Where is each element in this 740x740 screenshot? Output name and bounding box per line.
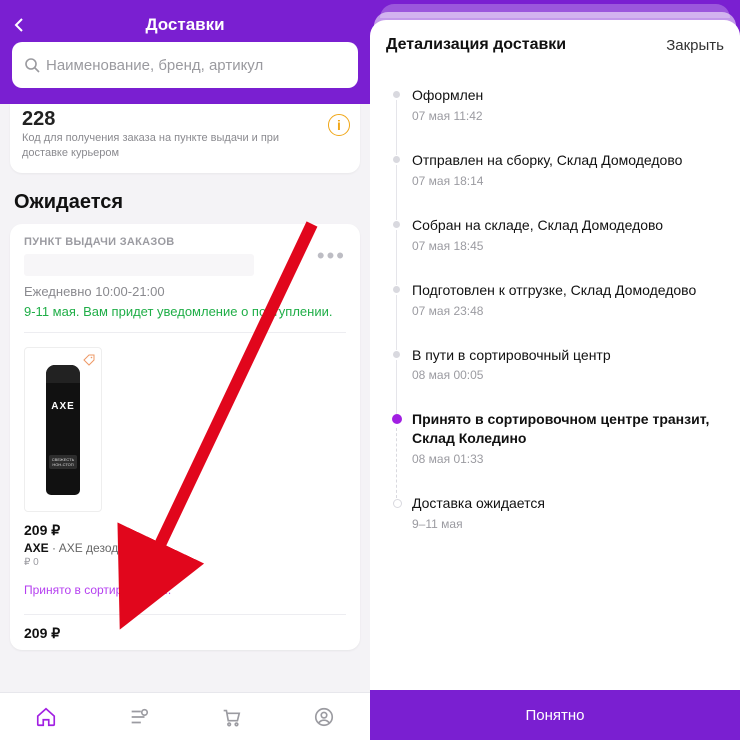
- thumb-brand: AXE: [46, 401, 80, 412]
- product-title: AXE · AXE дезод..: [24, 541, 346, 555]
- product-item[interactable]: AXE СВЕЖЕСТЬ НОН-СТОП 209 ₽ AXE · AXE де…: [24, 347, 346, 642]
- product-status[interactable]: Принято в сортировочно...: [24, 582, 346, 615]
- more-icon[interactable]: •••: [317, 243, 346, 269]
- close-button[interactable]: Закрыть: [666, 37, 724, 54]
- product-can: AXE СВЕЖЕСТЬ НОН-СТОП: [46, 365, 80, 495]
- timeline-event: В пути в сортировочный центр 08 мая 00:05: [390, 346, 724, 411]
- event-time: 07 мая 18:45: [412, 239, 724, 253]
- tab-bar: [0, 692, 370, 740]
- header: Доставки: [0, 0, 370, 104]
- pickup-label: ПУНКТ ВЫДАЧИ ЗАКАЗОВ: [24, 236, 254, 248]
- event-title: Принято в сортировочном центре транзит, …: [412, 410, 724, 448]
- event-time: 07 мая 18:14: [412, 174, 724, 188]
- event-time: 08 мая 01:33: [412, 452, 724, 466]
- page-title: Доставки: [12, 15, 358, 35]
- info-icon[interactable]: i: [328, 114, 350, 136]
- tab-profile-icon[interactable]: [312, 705, 336, 729]
- timeline-event: Оформлен 07 мая 11:42: [390, 86, 724, 151]
- order-card[interactable]: ПУНКТ ВЫДАЧИ ЗАКАЗОВ ••• Ежедневно 10:00…: [10, 224, 360, 651]
- delivery-detail-modal: Детализация доставки Закрыть Оформлен 07 …: [370, 0, 740, 740]
- deliveries-screen: Доставки 228 Код для получения заказа на…: [0, 0, 370, 740]
- discount-icon: [83, 354, 97, 368]
- event-time: 08 мая 00:05: [412, 368, 724, 382]
- event-time: 07 мая 11:42: [412, 109, 724, 123]
- timeline-event: Отправлен на сборку, Склад Домодедово 07 …: [390, 151, 724, 216]
- order-sum: 209 ₽: [24, 625, 346, 642]
- section-expected: Ожидается: [0, 173, 370, 224]
- timeline-event: Собран на складе, Склад Домодедово 07 мая…: [390, 216, 724, 281]
- search-icon: [24, 57, 40, 73]
- timeline-event: Доставка ожидается 9–11 мая: [390, 494, 724, 559]
- product-price: 209 ₽: [24, 522, 346, 539]
- pickup-schedule: Ежедневно 10:00-21:00: [24, 284, 346, 299]
- event-title: Доставка ожидается: [412, 494, 724, 513]
- event-title: В пути в сортировочный центр: [412, 346, 724, 365]
- thumb-mid: СВЕЖЕСТЬ НОН-СТОП: [49, 455, 77, 469]
- event-title: Собран на складе, Склад Домодедово: [412, 216, 724, 235]
- product-thumb[interactable]: AXE СВЕЖЕСТЬ НОН-СТОП: [24, 347, 102, 512]
- event-title: Оформлен: [412, 86, 724, 105]
- timeline-event: Принято в сортировочном центре транзит, …: [390, 410, 724, 494]
- tab-home-icon[interactable]: [34, 705, 58, 729]
- event-title: Отправлен на сборку, Склад Домодедово: [412, 151, 724, 170]
- pickup-code: 228: [22, 108, 320, 131]
- event-time: 07 мая 23:48: [412, 304, 724, 318]
- tab-cart-icon[interactable]: [219, 705, 243, 729]
- modal-title: Детализация доставки: [386, 36, 566, 54]
- search-input[interactable]: [46, 57, 346, 74]
- refund-amount: ₽ 0: [24, 557, 346, 568]
- delivery-timeline: Оформлен 07 мая 11:42 Отправлен на сборку,…: [390, 86, 724, 559]
- timeline-event: Подготовлен к отгрузке, Склад Домодедово…: [390, 281, 724, 346]
- event-time: 9–11 мая: [412, 517, 724, 531]
- pickup-code-desc: Код для получения заказа на пункте выдач…: [22, 131, 320, 161]
- ok-button[interactable]: Понятно: [370, 690, 740, 740]
- modal-sheet: Детализация доставки Закрыть Оформлен 07 …: [370, 20, 740, 740]
- pickup-address: [24, 254, 254, 276]
- search-field[interactable]: [12, 42, 358, 88]
- pickup-eta: 9-11 мая. Вам придет уведомление о посту…: [24, 303, 346, 334]
- tab-search-icon[interactable]: [127, 705, 151, 729]
- event-title: Подготовлен к отгрузке, Склад Домодедово: [412, 281, 724, 300]
- pickup-code-card: 228 Код для получения заказа на пункте в…: [10, 104, 360, 173]
